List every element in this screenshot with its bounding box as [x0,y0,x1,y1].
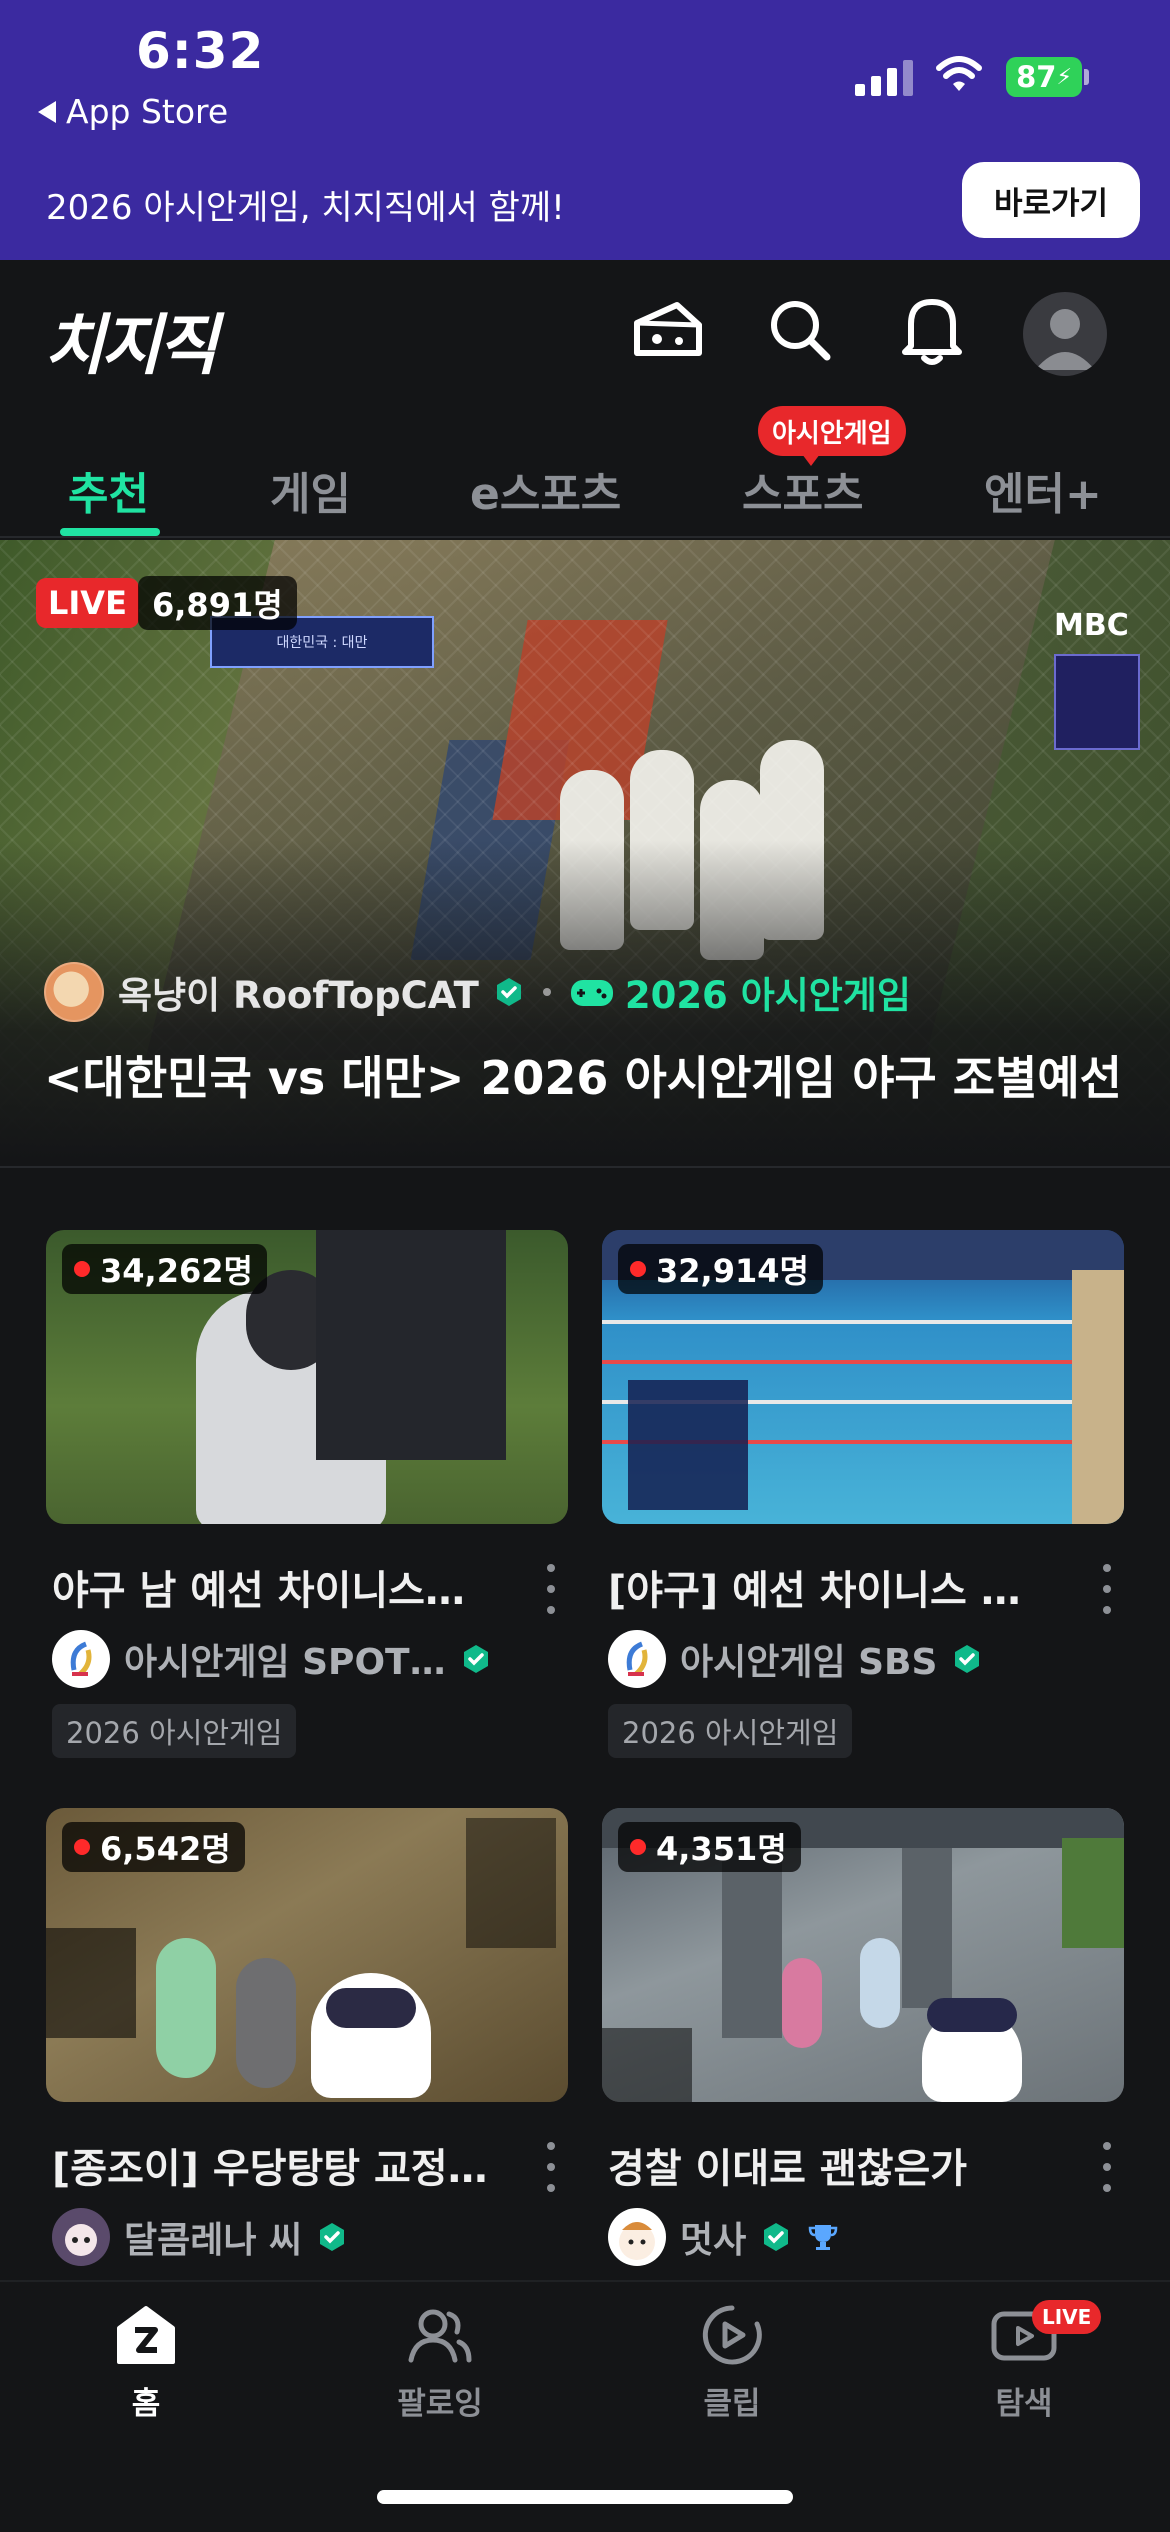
live-card[interactable]: 32,914명 [야구] 예선 차이니스 타… 아시안게임 SBS 2026 아… [602,1230,1124,1758]
banner-text: 2026 아시안게임, 치지직에서 함께! [46,188,565,228]
nav-home-label: 홈 [131,2386,161,2422]
home-icon [117,2306,175,2364]
live-card-title[interactable]: [종조이] 우당탕탕 교정... [52,2136,492,2194]
tab-entertainment[interactable]: 엔터+ [984,458,1102,522]
bell-icon[interactable] [894,292,970,368]
channel-avatar[interactable] [52,2208,110,2266]
viewer-count: 34,262명 [100,1252,253,1290]
battery-level: 87 [1016,60,1057,94]
category-tag[interactable]: 2026 아시안게임 [608,1704,853,1758]
live-badge: LIVE [36,578,139,628]
nav-following[interactable]: 팔로잉 [360,2302,520,2423]
broadcaster-logo: MBC [1054,608,1129,643]
verified-icon [496,978,521,1006]
hero-channel-name[interactable]: 옥냥이 RoofTopCAT [118,965,479,1019]
viewer-count-pill: 4,351명 [618,1822,801,1872]
search-icon[interactable] [762,292,838,368]
live-card-title[interactable]: 경찰 이대로 괜찮은가 [608,2136,1048,2194]
tab-esports[interactable]: e스포츠 [470,458,621,522]
verified-icon [320,2223,345,2251]
live-card-thumbnail[interactable]: 6,542명 [46,1808,568,2102]
battery-indicator: 87 ⚡ [1006,57,1082,97]
channel-name[interactable]: 아시안게임 SPOT… [124,1633,446,1685]
live-card-title[interactable]: 야구 남 예선 차이니스… [52,1558,492,1616]
home-indicator [377,2490,793,2504]
back-app-label: App Store [66,92,229,131]
section-divider [0,1166,1170,1168]
live-dot-icon [630,1839,646,1855]
tab-sports[interactable]: 스포츠 [742,458,863,522]
card-channel-row[interactable]: 아시안게임 SBS [608,1630,983,1688]
viewer-count: 4,351명 [656,1830,787,1868]
channel-name[interactable]: 달콤레나 씨 [124,2211,302,2263]
nav-home[interactable]: 홈 [66,2302,226,2423]
back-to-app-store[interactable]: App Store [38,92,228,131]
tab-sports-badge: 아시안게임 [758,406,906,466]
nav-clip[interactable]: 클립 [652,2302,812,2423]
avatar-icon [1035,309,1095,370]
card-channel-row[interactable]: 아시안게임 SPOT… [52,1630,492,1688]
channel-avatar[interactable] [608,2208,666,2266]
more-options-icon[interactable] [1100,1564,1114,1614]
hero-channel-row[interactable]: 옥냥이 RoofTopCAT 2026 아시안게임 [44,962,911,1022]
verified-icon [764,2223,789,2251]
channel-avatar[interactable] [608,1630,666,1688]
more-options-icon[interactable] [544,2142,558,2192]
viewer-count-pill: 32,914명 [618,1244,823,1294]
category-tabs: 추천 게임 e스포츠 스포츠 엔터+ [0,440,1170,538]
verified-icon [955,1645,980,1673]
banner-go-button[interactable]: 바로가기 [962,162,1140,238]
card-channel-row[interactable]: 멋사 [608,2208,840,2266]
viewer-count: 6,542명 [100,1830,231,1868]
tab-game[interactable]: 게임 [270,458,351,522]
nav-explore-label: 탐색 [995,2386,1053,2422]
tab-recommend[interactable]: 추천 [68,458,149,522]
more-options-icon[interactable] [1100,2142,1114,2192]
live-card-title[interactable]: [야구] 예선 차이니스 타… [608,1558,1048,1616]
live-card-thumbnail[interactable]: 32,914명 [602,1230,1124,1524]
back-arrow-icon [38,100,56,123]
gamepad-icon [570,980,613,1006]
category-tag[interactable]: 2026 아시안게임 [52,1704,297,1758]
channel-avatar[interactable] [52,1630,110,1688]
viewer-count-pill: 6,542명 [62,1822,245,1872]
hero-stream-title[interactable]: <대한민국 vs 대만> 2026 아시안게임 야구 조별예선 [44,1042,1122,1108]
commentator-overlay [1054,654,1140,750]
chzzk-logo[interactable]: 치지직 [44,292,218,388]
active-tab-indicator [60,528,160,536]
nav-following-label: 팔로잉 [397,2386,483,2422]
live-dot-icon [74,1839,90,1855]
status-time: 6:32 [136,22,265,80]
cheese-icon[interactable] [630,292,706,368]
clip-icon [702,2305,762,2365]
viewer-count-pill: 34,262명 [62,1244,267,1294]
channel-name[interactable]: 멋사 [680,2211,746,2263]
live-card-thumbnail[interactable]: 34,262명 [46,1230,568,1524]
wifi-icon [936,56,982,91]
live-dot-icon [74,1261,90,1277]
card-channel-row[interactable]: 달콤레나 씨 [52,2208,348,2266]
hero-category[interactable]: 2026 아시안게임 [569,965,911,1019]
verified-icon [463,1645,488,1673]
following-icon [408,2309,472,2363]
nav-clip-label: 클립 [703,2386,761,2422]
viewer-count: 32,914명 [656,1252,809,1290]
live-dot-icon [630,1261,646,1277]
hero-category-label[interactable]: 2026 아시안게임 [625,965,911,1019]
trophy-icon [808,2225,838,2250]
more-options-icon[interactable] [544,1564,558,1614]
live-card[interactable]: 6,542명 [종조이] 우당탕탕 교정... 달콤레나 씨 [46,1808,568,2266]
live-card-thumbnail[interactable]: 4,351명 [602,1808,1124,2102]
hero-viewer-count: 6,891명 [138,576,297,630]
channel-avatar[interactable] [44,962,104,1022]
channel-name[interactable]: 아시안게임 SBS [680,1633,937,1685]
live-card[interactable]: 4,351명 경찰 이대로 괜찮은가 멋사 [602,1808,1124,2266]
live-card[interactable]: 34,262명 야구 남 예선 차이니스… 아시안게임 SPOT… 2026 아… [46,1230,568,1758]
profile-avatar[interactable] [1023,292,1107,376]
cellular-signal-icon [855,58,913,96]
separator-dot [542,988,551,996]
nav-live-badge: LIVE [1032,2300,1102,2334]
battery-cap [1084,69,1089,85]
